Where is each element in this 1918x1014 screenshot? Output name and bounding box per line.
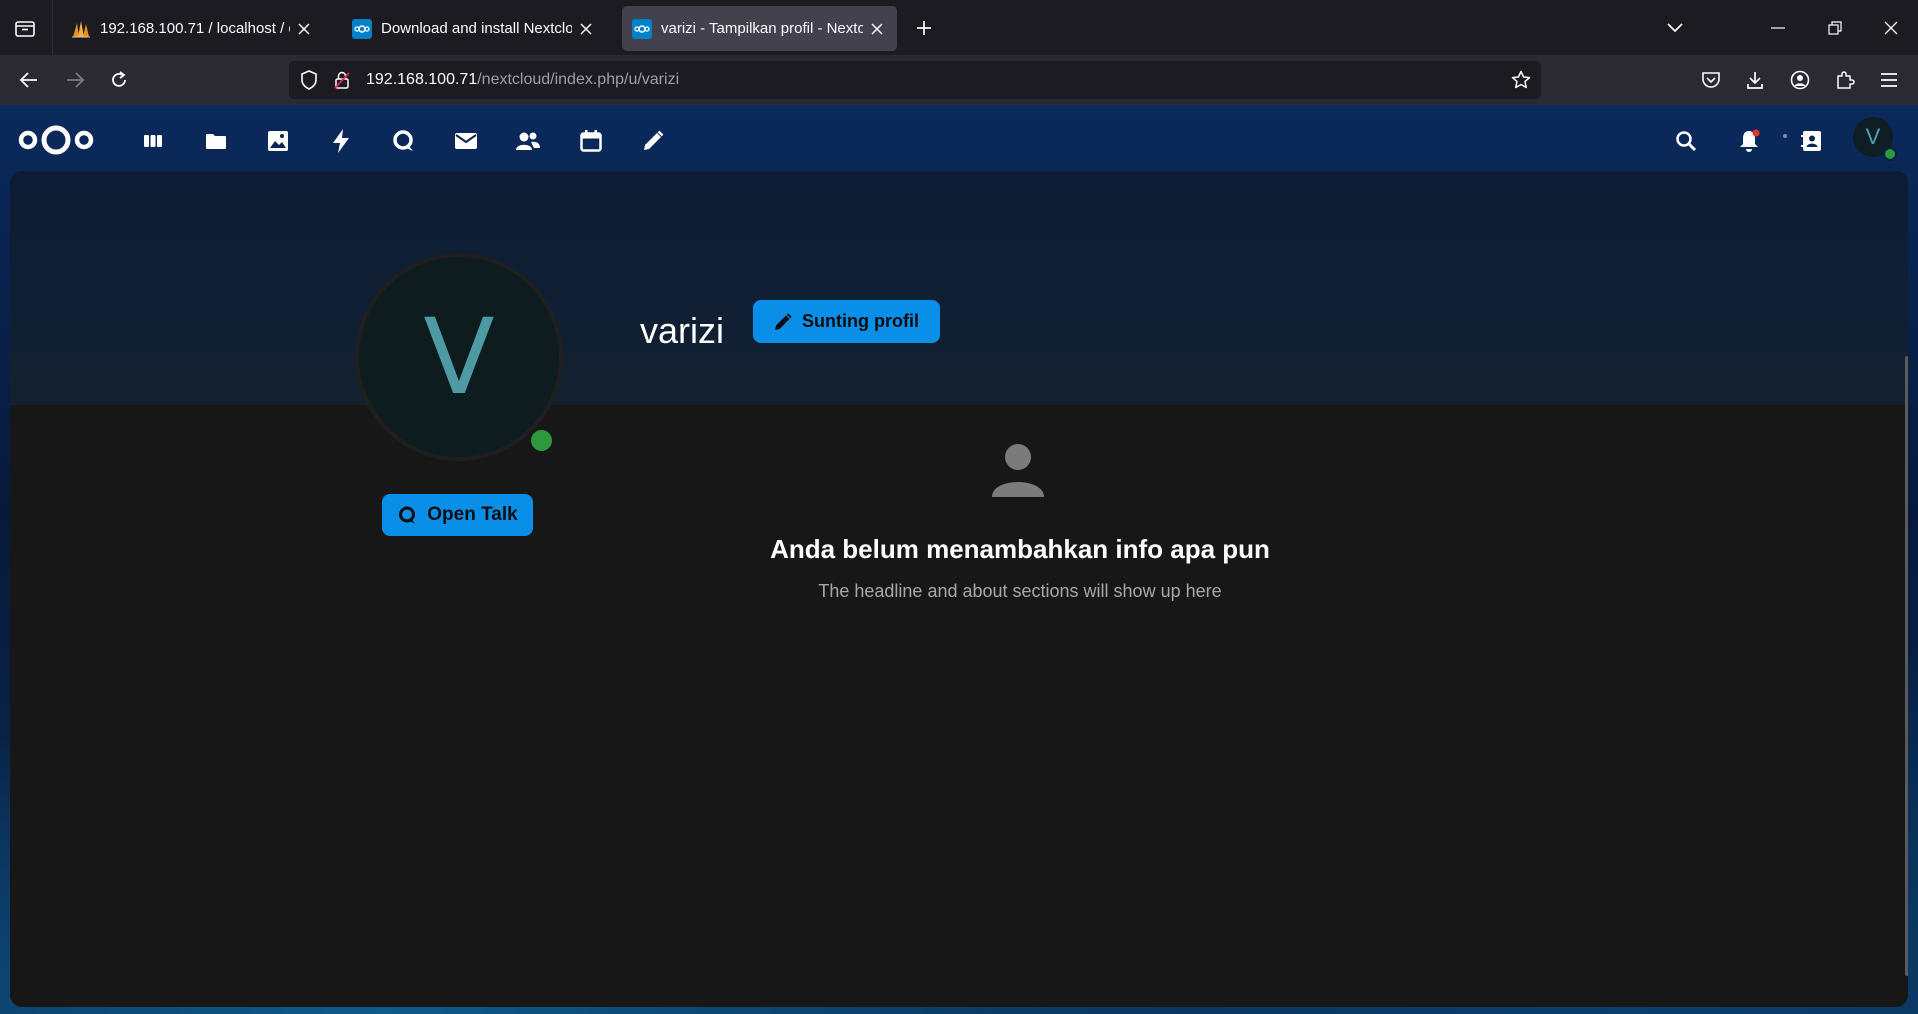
minimize-icon: [1771, 27, 1785, 29]
contacts-menu-icon: [1801, 131, 1821, 151]
browser-tab-strip: 192.168.100.71 / localhost / db_ Downloa…: [0, 0, 1918, 55]
profile-online-status: [531, 430, 552, 451]
menu-separator-dot: [1783, 134, 1787, 138]
notes-app-icon[interactable]: [633, 121, 673, 161]
tab-title: 192.168.100.71 / localhost / db_: [100, 20, 290, 37]
profile-display-name: varizi: [640, 310, 725, 351]
back-button[interactable]: [12, 63, 46, 97]
pocket-button[interactable]: [1694, 63, 1728, 97]
menu-button[interactable]: [1872, 63, 1906, 97]
close-icon[interactable]: [294, 19, 314, 39]
address-bar[interactable]: 192.168.100.71/nextcloud/index.php/u/var…: [289, 61, 1541, 99]
edit-profile-button[interactable]: Sunting profil: [753, 300, 940, 343]
pencil-icon: [775, 312, 792, 330]
browser-nav-bar: 192.168.100.71/nextcloud/index.php/u/var…: [0, 55, 1918, 105]
tab-separator: [52, 0, 53, 55]
download-icon: [1747, 72, 1763, 89]
tab-title: varizi - Tampilkan profil - Nextcloud: [661, 20, 863, 37]
account-button[interactable]: [1783, 63, 1817, 97]
close-icon: [1884, 21, 1898, 35]
calendar-app-icon[interactable]: [571, 121, 611, 161]
activity-app-icon[interactable]: [321, 121, 361, 161]
plus-icon: [917, 21, 931, 35]
empty-state-description: The headline and about sections will sho…: [818, 581, 1222, 601]
online-status-indicator: [1883, 147, 1897, 161]
url-host: 192.168.100.71: [366, 71, 478, 88]
extensions-button[interactable]: [1828, 63, 1862, 97]
contacts-menu-button[interactable]: [1792, 121, 1832, 161]
profile-avatar: V: [355, 253, 563, 461]
nextcloud-header: [0, 105, 1918, 171]
arrow-left-icon: [19, 72, 37, 88]
minimize-button[interactable]: [1758, 8, 1798, 48]
window-close-button[interactable]: [1871, 8, 1911, 48]
tab-download-nextcloud[interactable]: Download and install Nextcloud: [342, 6, 606, 51]
phpmyadmin-icon: [71, 19, 91, 39]
new-tab-button[interactable]: [909, 13, 939, 43]
list-all-tabs-button[interactable]: [1655, 8, 1695, 48]
reload-button[interactable]: [102, 63, 136, 97]
url-text: 192.168.100.71/nextcloud/index.php/u/var…: [366, 71, 679, 89]
pocket-icon: [1702, 72, 1720, 88]
reload-icon: [112, 71, 126, 87]
restore-button[interactable]: [1815, 8, 1855, 48]
contacts-app-icon[interactable]: [508, 121, 548, 161]
tab-phpmyadmin[interactable]: 192.168.100.71 / localhost / db_: [61, 6, 324, 51]
close-icon[interactable]: [576, 19, 596, 39]
unified-search-button[interactable]: [1666, 121, 1706, 161]
nextcloud-favicon-icon: [352, 18, 372, 39]
tab-title: Download and install Nextcloud: [381, 20, 572, 37]
scrollbar[interactable]: [1905, 356, 1908, 976]
talk-app-icon[interactable]: [383, 121, 423, 161]
bell-icon: [1740, 129, 1760, 152]
profile-header-banner: [10, 171, 1908, 405]
files-app-icon[interactable]: [196, 121, 236, 161]
empty-state-title: Anda belum menambahkan info apa pun: [770, 534, 1270, 564]
search-icon: [1676, 131, 1697, 152]
close-icon[interactable]: [867, 19, 887, 39]
tab-profile-active[interactable]: varizi - Tampilkan profil - Nextcloud: [622, 6, 897, 51]
dashboard-app-icon[interactable]: [133, 121, 173, 161]
tab-list-button[interactable]: [7, 11, 43, 45]
puzzle-icon: [1837, 71, 1855, 89]
arrow-right-icon: [67, 72, 85, 88]
downloads-button[interactable]: [1738, 63, 1772, 97]
talk-icon: [399, 506, 416, 524]
restore-icon: [1828, 21, 1842, 35]
nextcloud-logo[interactable]: [17, 121, 95, 159]
hamburger-icon: [1881, 73, 1897, 87]
mail-app-icon[interactable]: [446, 121, 486, 161]
tab-list-icon: [15, 21, 35, 37]
url-path: /nextcloud/index.php/u/varizi: [477, 71, 680, 88]
edit-profile-label: Sunting profil: [802, 311, 919, 331]
account-placeholder-icon: [989, 441, 1047, 499]
account-icon: [1790, 70, 1810, 90]
forward-button[interactable]: [58, 63, 92, 97]
bookmark-star-icon[interactable]: [1511, 70, 1531, 90]
nextcloud-favicon-icon: [632, 18, 652, 39]
notifications-button[interactable]: [1729, 121, 1769, 161]
shield-icon[interactable]: [299, 70, 319, 90]
open-talk-label: Open Talk: [427, 504, 518, 525]
chevron-down-icon: [1667, 23, 1683, 33]
insecure-lock-icon[interactable]: [332, 70, 352, 90]
open-talk-button[interactable]: Open Talk: [382, 494, 533, 536]
photos-app-icon[interactable]: [258, 121, 298, 161]
